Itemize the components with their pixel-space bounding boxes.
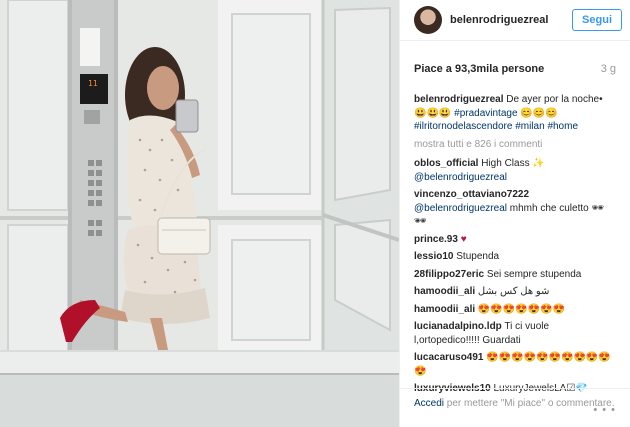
post-username[interactable]: belenrodriguezreal xyxy=(450,14,572,26)
elevator-selfie-image: 11 xyxy=(0,0,399,427)
post-viewer: 11 belenrodriguezreal Segui Piace a 93,3… xyxy=(0,0,630,427)
comment-username[interactable]: 28filippo27eric xyxy=(414,269,484,280)
comment-username[interactable]: prince.93 xyxy=(414,234,458,245)
post-photo[interactable]: 11 xyxy=(0,0,399,427)
comment-text: ♥ xyxy=(460,233,467,245)
mention-link[interactable]: @belenrodriguezreal xyxy=(414,203,507,214)
floor-display: 11 xyxy=(88,79,98,88)
comment: oblos_official High Class ✨ @belenrodrig… xyxy=(414,157,616,184)
hashtag[interactable]: #ilritornodelascendore xyxy=(414,121,512,132)
caption-username[interactable]: belenrodriguezreal xyxy=(414,94,503,105)
mention-link[interactable]: @belenrodriguezreal xyxy=(414,172,507,183)
comment-username[interactable]: hamoodii_ali xyxy=(414,286,475,297)
show-all-comments-link[interactable]: mostra tutti e 826 i commenti xyxy=(414,138,616,152)
comment-text: Sei sempre stupenda xyxy=(486,268,582,280)
comment-text: شو هل كس بشل xyxy=(477,286,550,297)
avatar[interactable] xyxy=(414,6,442,34)
comment-username[interactable]: hamoodii_ali xyxy=(414,304,475,315)
comment-text: 😍😍😍😍😍😍😍 xyxy=(477,303,566,315)
login-link[interactable]: Accedi xyxy=(414,398,444,409)
hashtag[interactable]: #pradavintage xyxy=(454,108,517,119)
comment: hamoodii_ali 😍😍😍😍😍😍😍 xyxy=(414,303,616,317)
post-header: belenrodriguezreal Segui xyxy=(400,0,630,41)
hashtag[interactable]: #home xyxy=(547,121,578,132)
comment-username[interactable]: lucianadalpino.ldp xyxy=(414,321,502,332)
comment-list: belenrodriguezreal De ayer por la noche•… xyxy=(400,75,630,396)
post-time[interactable]: 3 g xyxy=(601,63,616,75)
post-sidebar: belenrodriguezreal Segui Piace a 93,3mil… xyxy=(399,0,630,427)
caption-emoji: 😊😊😊 xyxy=(517,107,558,119)
follow-button[interactable]: Segui xyxy=(572,9,622,31)
post-footer: Accedi per mettere "Mi piace" o commenta… xyxy=(400,388,630,416)
comment-text: Stupenda xyxy=(456,251,500,262)
comment-username[interactable]: oblos_official xyxy=(414,158,478,169)
likes-count[interactable]: Piace a 93,3mila persone xyxy=(414,63,544,75)
comment: lessio10 Stupenda xyxy=(414,250,616,264)
hashtag[interactable]: #milan xyxy=(515,121,544,132)
comment-text: High Class ✨ xyxy=(481,158,545,169)
login-prompt: per mettere "Mi piace" o commentare. xyxy=(444,398,615,409)
likes-row: Piace a 93,3mila persone 3 g xyxy=(400,41,630,75)
comment: lucianadalpino.ldp Ti ci vuole l,ortoped… xyxy=(414,320,616,347)
comment: 28filippo27eric Sei sempre stupenda xyxy=(414,268,616,282)
comment-username[interactable]: vincenzo_ottaviano7222 xyxy=(414,189,529,200)
comment: hamoodii_ali شو هل كس بشل xyxy=(414,285,616,299)
comment-username[interactable]: lessio10 xyxy=(414,251,453,262)
comment: lucacaruso491 😍😍😍😍😍😍😍😍😍😍😍 xyxy=(414,351,616,378)
comment: vincenzo_ottaviano7222 @belenrodriguezre… xyxy=(414,188,616,229)
comment: prince.93 ♥ xyxy=(414,233,616,247)
comment-username[interactable]: lucacaruso491 xyxy=(414,352,484,363)
more-options-button[interactable]: • • • xyxy=(593,404,616,417)
caption: belenrodriguezreal De ayer por la noche•… xyxy=(414,93,616,134)
